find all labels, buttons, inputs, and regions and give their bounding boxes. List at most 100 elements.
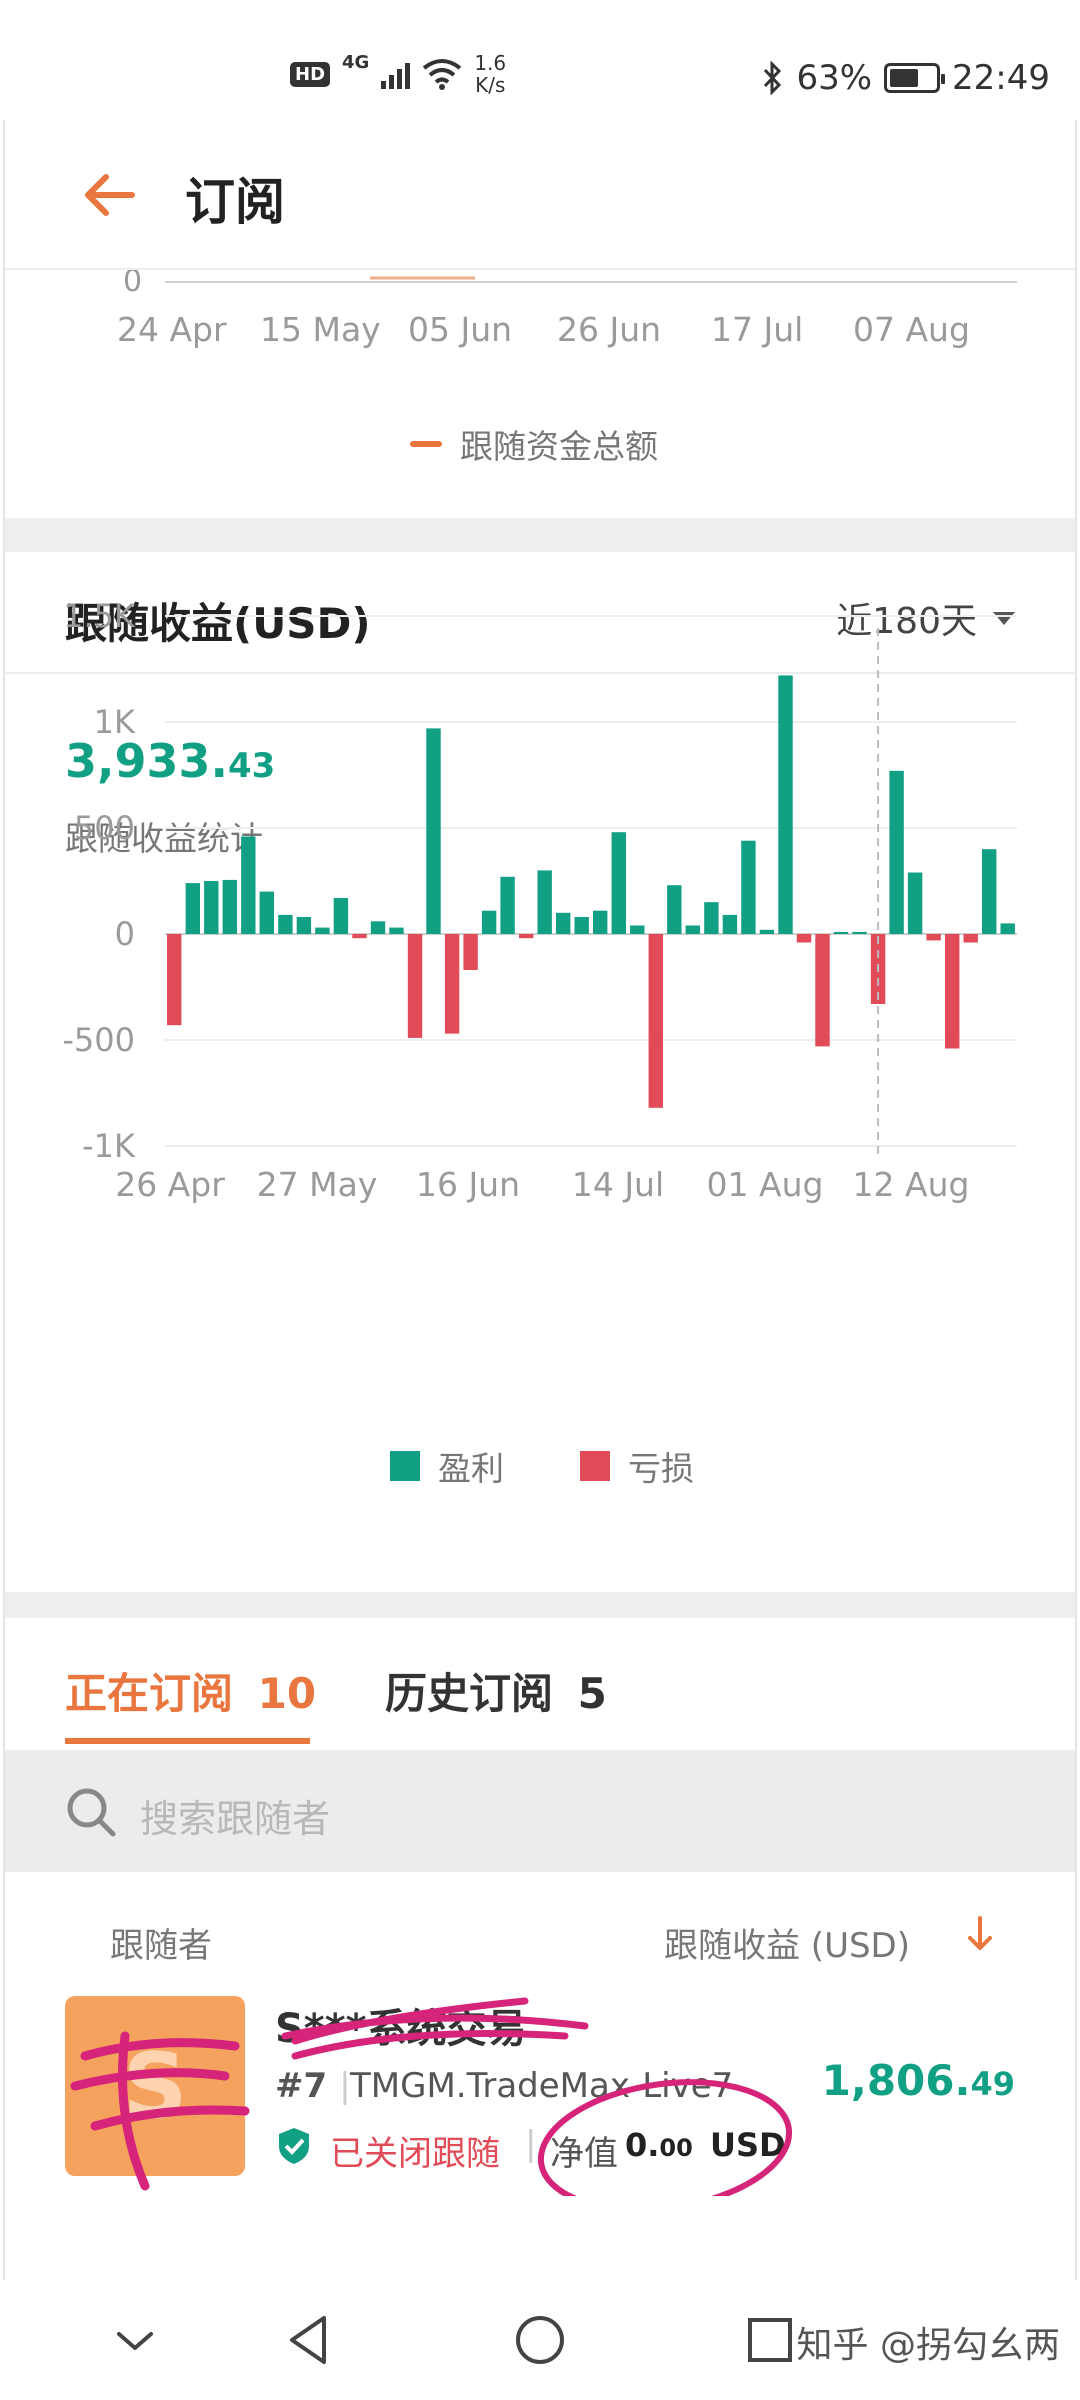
x-tick-label: 14 Jul [572,1165,664,1204]
total-funds-card: 0 24 Apr 15 May 05 Jun 26 Jun 17 Jul 07 … [5,270,1075,515]
profit-bar [481,910,497,934]
x-tick-label: 15 May [260,310,381,349]
wifi-icon [423,59,462,90]
app-bar: 订阅 [5,120,1075,270]
tab-indicator [65,1738,310,1744]
follower-name: S***系统交易 [275,2006,527,2052]
network-speed: 1.6 K/s [474,51,507,97]
profit-bar [315,927,330,934]
column-profit[interactable]: 跟随收益 (USD) [664,1918,910,1967]
chevron-down-icon[interactable] [105,2310,165,2370]
y-tick-label: -1K [82,1127,136,1165]
profit-bar [889,770,904,934]
follower-list-item[interactable]: S S***系统交易 #7 | TMGM.TradeMax-Live7 已关闭跟随… [5,1996,1075,2196]
funds-legend: 跟随资金总额 [410,420,658,468]
loss-bar [945,934,960,1049]
back-arrow-icon[interactable] [80,165,140,225]
watermark: 知乎 @拐勾幺两 [796,2325,1060,2366]
separator: | [525,2124,537,2164]
main-sheet: 订阅 0 24 Apr 15 May 05 Jun 26 Jun 17 Jul … [3,120,1077,2280]
legend-profit-swatch [390,1451,420,1481]
sort-down-icon[interactable] [965,1914,995,1954]
x-tick-label: 01 Aug [707,1165,824,1204]
profit-bar [556,912,571,934]
tab-active-subscriptions[interactable]: 正在订阅 10 [65,1660,316,1721]
profit-bar [685,925,700,934]
profit-bar [370,921,386,934]
system-nav-bar: 知乎 @拐勾幺两 [0,2280,1080,2400]
profit-bar [907,872,923,934]
profit-legend: 盈利 亏损 [390,1442,694,1490]
loss-bar [926,934,941,941]
profit-bar [741,840,756,934]
profit-bar [667,885,682,934]
equity-value: 0.00 USD [625,2126,786,2164]
profit-bar-chart: 1.5K 1K 500 0 -500 -1K26 Apr 27 May 16 Jun 14 Ju… [62,597,1017,1204]
x-tick-label: 05 Jun [408,310,513,349]
search-input[interactable]: 搜索跟随者 [140,1788,330,1843]
follower-server: TMGM.TradeMax-Live7 [350,2066,734,2106]
system-indicators: 63% 22:49 [762,58,1050,98]
page-title: 订阅 [185,173,285,231]
x-tick-label: 16 Jun [416,1165,520,1204]
legend-loss-swatch [580,1451,610,1481]
loss-bar [815,934,830,1047]
profit-bar [833,931,849,934]
profit-bar [704,902,719,934]
x-tick-label: 24 Apr [117,310,227,349]
profit-bar [1000,923,1015,934]
profit-bar [574,917,589,934]
recents-square-icon[interactable] [740,2310,800,2370]
equity-label: 净值 [550,2134,618,2174]
profit-bar [389,927,404,934]
profit-bar [722,914,738,934]
profit-bar [278,914,293,934]
loss-bar [963,934,978,943]
profit-bar [759,929,775,934]
profit-card: 跟随收益(USD) 近180天 3,933.43 跟随收益统计 1.5K 1K 50… [5,552,1075,1592]
clock: 22:49 [952,58,1050,98]
legend-label: 跟随资金总额 [460,427,658,466]
battery-percent: 63% [796,58,873,98]
status-bar: HD 4G 1.6 K/s 63% 22:49 [0,0,1080,120]
y-tick-label: -500 [62,1021,135,1059]
back-triangle-icon[interactable] [280,2310,340,2370]
section-gap [5,1592,1075,1618]
battery-icon [884,63,946,93]
column-follower: 跟随者 [110,1926,212,1966]
profit-bar [500,876,515,934]
loss-bar [463,934,478,970]
search-icon [67,1788,116,1837]
x-tick-label: 07 Aug [853,310,970,349]
y-tick-label: 500 [74,809,135,847]
profit-bar [852,931,867,934]
tab-history-subscriptions[interactable]: 历史订阅 5 [385,1660,607,1721]
x-tick-label: 26 Apr [115,1165,225,1204]
legend-loss-label: 亏损 [628,1449,694,1488]
profit-bar [537,870,552,934]
section-gap [5,518,1075,552]
search-bar[interactable]: 搜索跟随者 [5,1750,1075,1872]
loss-bar [796,934,812,943]
x-tick-label: 12 Aug [853,1165,970,1204]
profit-bar [241,836,256,934]
signal-icon [381,59,411,89]
funds-chart-axis [165,276,1017,283]
y-tick-label: 1.5K [63,597,136,635]
follow-status: 已关闭跟随 [330,2134,500,2174]
y-tick-label: 0 [115,915,135,953]
avatar: S [65,1996,245,2176]
legend-profit-label: 盈利 [438,1449,504,1488]
x-tick-label: 17 Jul [711,310,804,349]
profit-bar [185,883,200,934]
profit-bar [630,925,645,934]
bluetooth-icon [764,61,782,95]
profit-bar [333,898,349,934]
profit-bar [426,728,441,934]
subscriptions-card: 正在订阅 10 历史订阅 5 搜索跟随者 跟随者 跟随收益 (USD) S S*… [5,1618,1075,2280]
loss-bar [519,934,534,939]
y-tick-label: 1K [94,703,136,741]
network-indicators: HD 4G 1.6 K/s [290,52,506,96]
loss-bar [407,934,423,1038]
home-circle-icon[interactable] [510,2310,570,2370]
